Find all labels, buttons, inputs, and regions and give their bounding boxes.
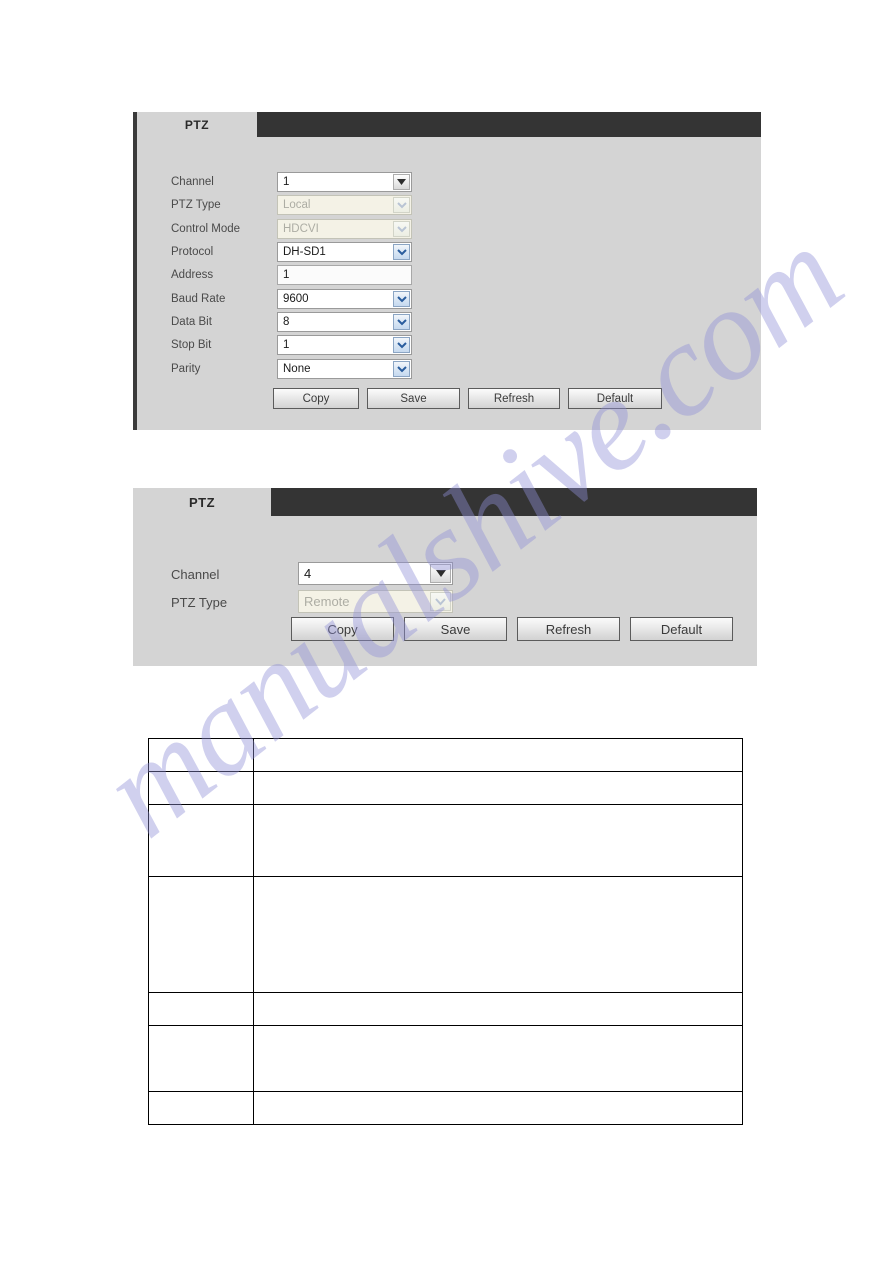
select-ptz-type: Local	[277, 195, 412, 215]
table-row	[148, 992, 743, 1026]
field-label-ptz-type-row: PTZ Type	[171, 595, 227, 610]
label-data-bit: Data Bit	[171, 316, 212, 328]
select-channel[interactable]: 1	[277, 172, 412, 192]
select-parity[interactable]: None	[277, 359, 412, 379]
select-stop-bit[interactable]: 1	[277, 335, 412, 355]
table-row	[148, 738, 743, 772]
select-protocol-value: DH-SD1	[283, 246, 326, 258]
panel2-button-row: Copy Save Refresh Default	[291, 617, 733, 641]
chevron-down-icon	[393, 221, 410, 237]
table-cell-parameter	[148, 738, 254, 772]
panel1-button-row: Copy Save Refresh Default	[273, 388, 662, 409]
input-address[interactable]: 1	[277, 265, 412, 285]
label-channel: Channel	[171, 567, 220, 582]
table-row	[148, 876, 743, 993]
panel1-header-bar: PTZ	[137, 112, 761, 137]
select-channel[interactable]: 4	[298, 562, 453, 585]
chevron-down-icon[interactable]	[393, 337, 410, 353]
select-baud-rate-value: 9600	[283, 293, 309, 305]
select-parity-value: None	[283, 363, 311, 375]
field-label-protocol-row: Protocol	[171, 246, 213, 258]
field-label-control-mode-row: Control Mode	[171, 223, 240, 235]
field-label-address-row: Address	[171, 269, 213, 281]
label-parity: Parity	[171, 363, 201, 375]
default-button[interactable]: Default	[630, 617, 733, 641]
table-cell-parameter	[148, 992, 254, 1026]
table-cell-parameter	[148, 1091, 254, 1125]
copy-button[interactable]: Copy	[291, 617, 394, 641]
table-row	[148, 771, 743, 805]
table-body	[148, 738, 743, 1125]
label-ptz-type: PTZ Type	[171, 199, 221, 211]
label-channel: Channel	[171, 176, 214, 188]
select-data-bit[interactable]: 8	[277, 312, 412, 332]
select-ptz-type: Remote	[298, 590, 453, 613]
table-row	[148, 1091, 743, 1125]
table-cell-parameter	[148, 771, 254, 805]
select-baud-rate[interactable]: 9600	[277, 289, 412, 309]
select-protocol[interactable]: DH-SD1	[277, 242, 412, 262]
label-ptz-type: PTZ Type	[171, 595, 228, 610]
table-cell-description	[253, 1025, 743, 1092]
chevron-down-icon[interactable]	[430, 564, 451, 583]
table-cell-description	[253, 771, 743, 805]
save-button[interactable]: Save	[367, 388, 460, 409]
field-label-stop-bit-row: Stop Bit	[171, 339, 211, 351]
default-button[interactable]: Default	[568, 388, 662, 409]
label-control-mode: Control Mode	[171, 223, 241, 235]
label-baud-rate: Baud Rate	[171, 293, 226, 305]
parameter-description-table	[148, 738, 743, 1125]
select-control-mode-value: HDCVI	[283, 223, 319, 235]
table-row	[148, 804, 743, 877]
table-row	[148, 1025, 743, 1092]
field-label-baud-rate-row: Baud Rate	[171, 293, 225, 305]
field-label-channel-row: Channel	[171, 176, 214, 188]
field-label-ptz-type-row: PTZ Type	[171, 199, 221, 211]
table-cell-description	[253, 992, 743, 1026]
chevron-down-icon	[430, 592, 451, 611]
table-cell-description	[253, 738, 743, 772]
copy-button[interactable]: Copy	[273, 388, 359, 409]
select-data-bit-value: 8	[283, 316, 290, 328]
select-channel-value: 1	[283, 176, 290, 188]
chevron-down-icon[interactable]	[393, 244, 410, 260]
tab-ptz[interactable]: PTZ	[137, 112, 257, 137]
label-address: Address	[171, 269, 214, 281]
select-stop-bit-value: 1	[283, 339, 290, 351]
select-channel-value: 4	[304, 566, 312, 581]
ptz-settings-panel-local: PTZ Channel PTZ Type Control Mode Protoc…	[133, 112, 761, 430]
ptz-settings-panel-remote: PTZ Channel PTZ Type 4 Remote Copy Save …	[133, 488, 757, 666]
select-ptz-type-value: Remote	[304, 594, 350, 609]
select-ptz-type-value: Local	[283, 199, 311, 211]
field-label-data-bit-row: Data Bit	[171, 316, 212, 328]
label-protocol: Protocol	[171, 246, 214, 258]
chevron-down-icon	[393, 197, 410, 213]
field-label-channel-row: Channel	[171, 567, 219, 582]
chevron-down-icon[interactable]	[393, 291, 410, 307]
tab-ptz[interactable]: PTZ	[133, 488, 271, 516]
input-address-value: 1	[283, 269, 290, 281]
table-cell-parameter	[148, 1025, 254, 1092]
chevron-down-icon[interactable]	[393, 174, 410, 190]
table-cell-description	[253, 804, 743, 877]
table-cell-parameter	[148, 876, 254, 993]
select-control-mode: HDCVI	[277, 219, 412, 239]
save-button[interactable]: Save	[404, 617, 507, 641]
table-cell-description	[253, 1091, 743, 1125]
refresh-button[interactable]: Refresh	[468, 388, 560, 409]
table-cell-description	[253, 876, 743, 993]
chevron-down-icon[interactable]	[393, 314, 410, 330]
field-label-parity-row: Parity	[171, 363, 200, 375]
chevron-down-icon[interactable]	[393, 361, 410, 377]
refresh-button[interactable]: Refresh	[517, 617, 620, 641]
label-stop-bit: Stop Bit	[171, 339, 212, 351]
table-cell-parameter	[148, 804, 254, 877]
panel2-header-bar: PTZ	[133, 488, 757, 516]
